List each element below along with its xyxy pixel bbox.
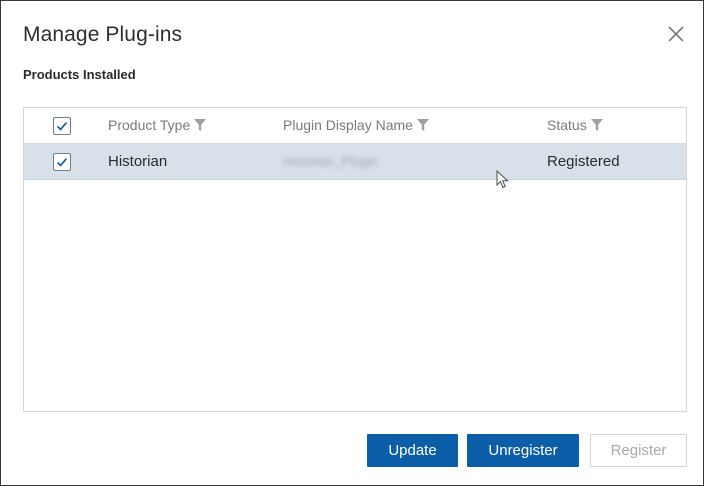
select-all-checkbox[interactable] bbox=[53, 117, 71, 135]
filter-icon[interactable] bbox=[416, 118, 430, 132]
plugins-table: Product Type Plugin Display Name Status bbox=[23, 107, 687, 412]
row-checkbox[interactable] bbox=[53, 153, 71, 171]
filter-icon[interactable] bbox=[590, 118, 604, 132]
table-header: Product Type Plugin Display Name Status bbox=[24, 108, 686, 144]
column-header-label: Plugin Display Name bbox=[283, 117, 413, 133]
cell-status: Registered bbox=[547, 153, 620, 170]
cell-product-type: Historian bbox=[108, 153, 168, 170]
close-icon[interactable] bbox=[663, 21, 689, 47]
column-header-plugin-display-name[interactable]: Plugin Display Name bbox=[283, 117, 430, 133]
manage-plugins-dialog: Manage Plug-ins Products Installed Produ… bbox=[0, 0, 704, 486]
column-header-label: Status bbox=[547, 117, 587, 133]
column-header-status[interactable]: Status bbox=[547, 117, 604, 133]
section-label-products-installed: Products Installed bbox=[23, 67, 136, 82]
mouse-cursor-icon bbox=[496, 170, 509, 189]
checkmark-icon bbox=[56, 157, 68, 167]
dialog-title: Manage Plug-ins bbox=[23, 23, 183, 46]
update-button[interactable]: Update bbox=[367, 434, 458, 467]
cell-plugin-display-name: Historian_Plugin bbox=[283, 154, 378, 169]
register-button[interactable]: Register bbox=[590, 434, 687, 467]
column-header-product-type[interactable]: Product Type bbox=[108, 117, 207, 133]
unregister-button[interactable]: Unregister bbox=[467, 434, 579, 467]
column-header-label: Product Type bbox=[108, 117, 191, 133]
filter-icon[interactable] bbox=[193, 118, 207, 132]
table-row[interactable]: Historian Historian_Plugin Registered bbox=[24, 144, 686, 180]
checkmark-icon bbox=[56, 121, 68, 131]
